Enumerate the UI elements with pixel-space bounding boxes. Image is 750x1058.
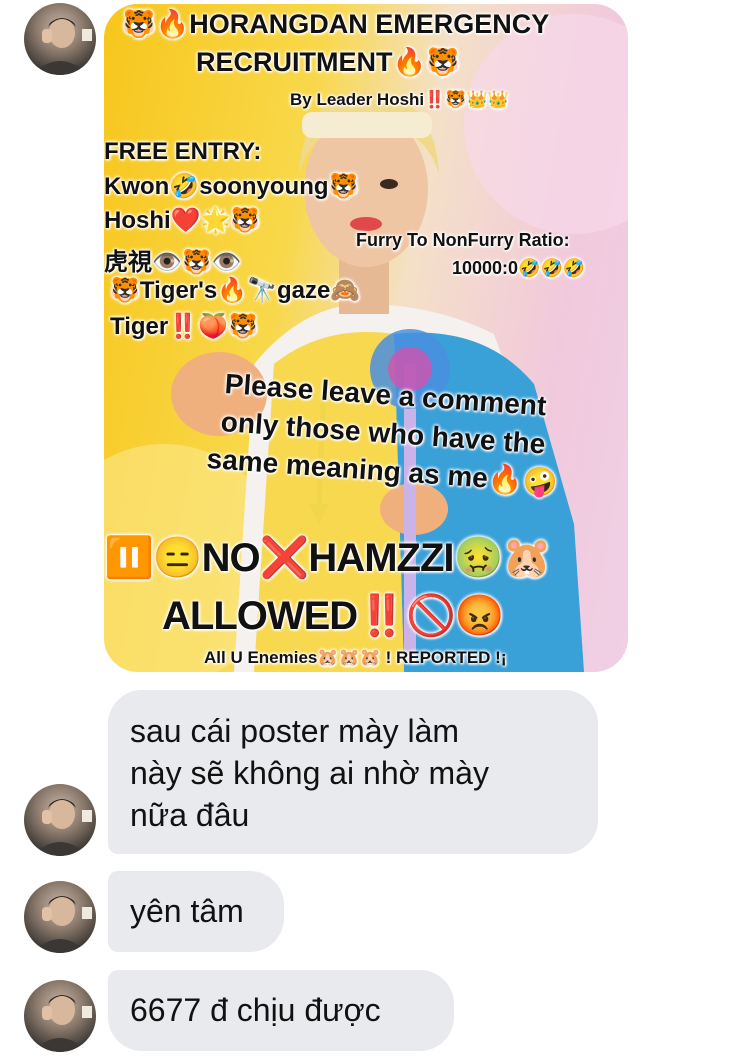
poster-no-hamzzi: ⏸️😑NO❌HAMZZI🤢🐹: [104, 536, 552, 580]
sender-avatar[interactable]: [24, 784, 96, 856]
sender-avatar[interactable]: [24, 3, 96, 75]
message-line: nữa đâu: [130, 797, 250, 833]
poster-ratio-value: 10000:0🤣🤣🤣: [452, 258, 586, 278]
chat-thread: 🐯🔥HORANGDAN EMERGENCY RECRUITMENT🔥🐯 By L…: [0, 0, 750, 1058]
poster-allowed: ALLOWED‼️🚫😡: [162, 594, 505, 638]
poster-entry-5: Tiger‼️🍑🐯: [110, 313, 258, 340]
poster-entry-3: 虎視👁️🐯👁️: [104, 249, 242, 276]
poster-free-entry: FREE ENTRY:: [104, 138, 262, 165]
poster-image-message[interactable]: 🐯🔥HORANGDAN EMERGENCY RECRUITMENT🔥🐯 By L…: [104, 4, 628, 672]
message-line: sau cái poster mày làm: [130, 713, 460, 749]
poster-ratio-label: Furry To NonFurry Ratio:: [356, 230, 570, 250]
avatar-photo-icon: [32, 896, 92, 953]
poster-entry-2: Hoshi❤️🌟🐯: [104, 207, 261, 234]
message-bubble[interactable]: yên tâm: [108, 871, 284, 952]
poster-entry-1: Kwon🤣soonyoung🐯: [104, 173, 359, 200]
message-bubble[interactable]: 6677 đ chịu được: [108, 970, 454, 1051]
avatar-photo-icon: [32, 799, 92, 856]
sender-avatar[interactable]: [24, 881, 96, 953]
poster-title-line1: 🐯🔥HORANGDAN EMERGENCY: [122, 9, 550, 39]
avatar-photo-icon: [32, 995, 92, 1052]
message-bubble[interactable]: sau cái poster mày làm này sẽ không ai n…: [108, 690, 598, 854]
poster-title-line2: RECRUITMENT🔥🐯: [196, 47, 460, 77]
message-line: yên tâm: [130, 893, 244, 929]
poster-byline: By Leader Hoshi‼️🐯👑👑: [290, 90, 509, 109]
message-line: này sẽ không ai nhờ mày: [130, 755, 489, 791]
sender-avatar[interactable]: [24, 980, 96, 1052]
poster-entry-4: 🐯Tiger's🔥🔭gaze🙈: [110, 277, 361, 304]
message-line: 6677 đ chịu được: [130, 992, 381, 1028]
poster-footer: All U Enemies🐹🐹🐹 ! REPORTED !¡: [204, 648, 507, 667]
avatar-photo-icon: [32, 18, 92, 75]
